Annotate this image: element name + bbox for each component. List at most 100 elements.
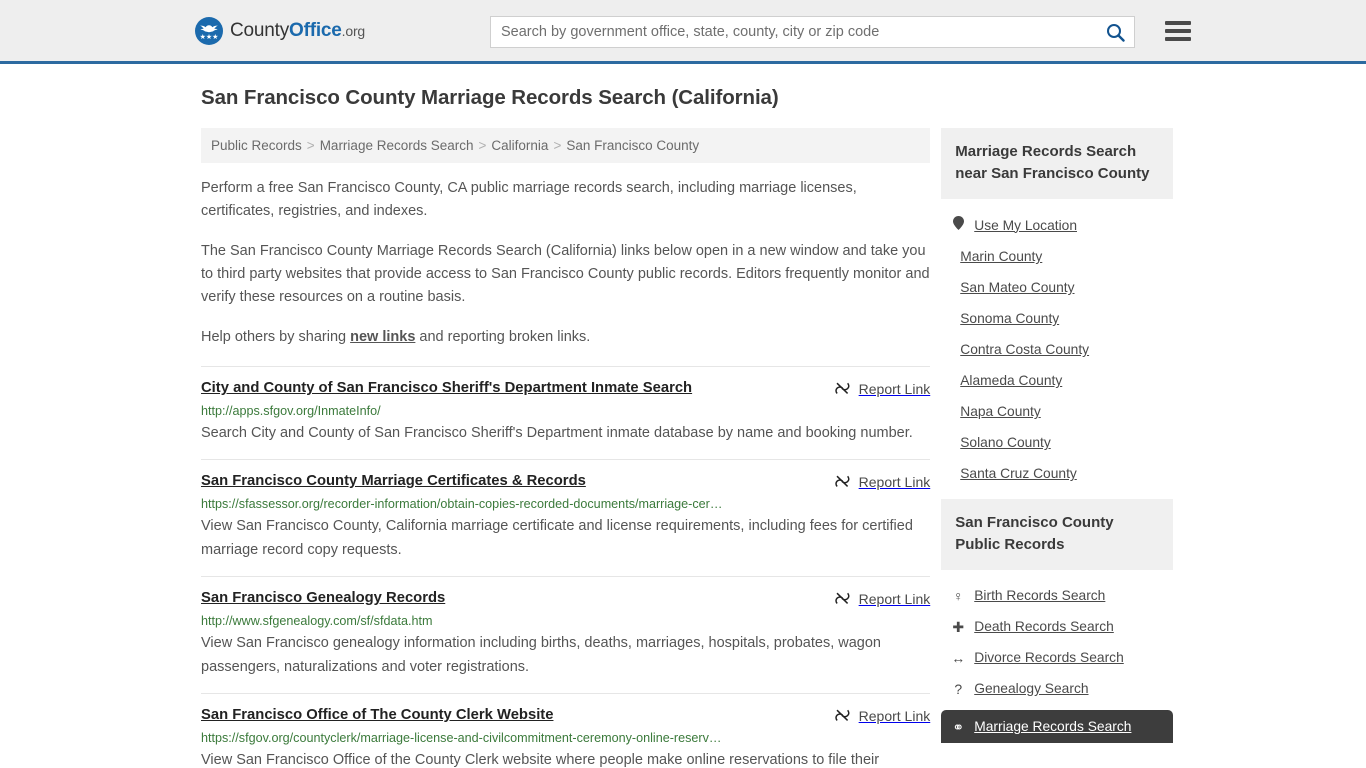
sidebar-public-records-box: San Francisco County Public Records ♀ Bir… [941,499,1173,743]
breadcrumb-item-1[interactable]: Public Records [211,138,302,153]
page-title: San Francisco County Marriage Records Se… [201,86,779,109]
report-link-button[interactable]: Report Link [834,380,930,397]
sidebar-nearby-item[interactable]: San Mateo County [941,272,1173,303]
result-item: City and County of San Francisco Sheriff… [201,366,931,459]
result-item: San Francisco County Marriage Certificat… [201,459,931,576]
site-logo[interactable]: ★★★ CountyOffice.org [195,16,365,45]
intro-paragraph-3: Help others by sharing new links and rep… [201,326,930,349]
cross-icon: ✚ [952,618,965,635]
sidebar-nearby-item[interactable]: Contra Costa County [941,334,1173,365]
result-url[interactable]: https://sfgov.org/countyclerk/marriage-l… [201,730,801,746]
search-icon [1106,23,1125,42]
sidebar-record-link[interactable]: Marriage Records Search [974,719,1131,734]
sidebar-nearby-box: Marriage Records Search near San Francis… [941,128,1173,489]
sidebar-nearby-link[interactable]: Solano County [960,435,1051,450]
intro-paragraph-2: The San Francisco County Marriage Record… [201,243,930,305]
map-pin-icon [951,216,965,232]
sidebar-record-item[interactable]: ✚ Death Records Search [941,611,1173,642]
brand-part2: Office [289,19,342,41]
search-bar[interactable] [490,16,1135,48]
result-url[interactable]: https://sfassessor.org/recorder-informat… [201,496,801,512]
sidebar-record-link[interactable]: Death Records Search [974,619,1114,634]
sidebar-record-item-active[interactable]: ⚭ Marriage Records Search [941,710,1173,743]
sidebar-record-link[interactable]: Divorce Records Search [974,650,1124,665]
menu-bar-1 [1165,21,1191,25]
intro-paragraph-1: Perform a free San Francisco County, CA … [201,180,857,219]
result-description: View San Francisco genealogy information… [201,635,881,675]
sidebar-nearby-heading: Marriage Records Search near San Francis… [941,128,1173,199]
hamburger-menu-button[interactable] [1165,18,1191,44]
result-description: View San Francisco Office of the County … [201,752,880,768]
content-columns: Public Records > Marriage Records Search > C… [193,128,1173,768]
broken-link-icon [834,592,850,604]
breadcrumb-separator: > [553,138,562,153]
page-container: San Francisco County Marriage Records Se… [193,64,1173,768]
sidebar-nearby-item[interactable]: Sonoma County [941,303,1173,334]
result-title-link[interactable]: City and County of San Francisco Sheriff… [201,379,692,398]
broken-link-icon [834,382,850,394]
question-mark-icon: ? [954,680,963,697]
sidebar-record-link[interactable]: Birth Records Search [974,588,1105,603]
sidebar-nearby-link[interactable]: Napa County [960,404,1041,419]
breadcrumb: Public Records > Marriage Records Search > C… [201,128,931,163]
intro-p3-after: and reporting broken links. [415,329,591,345]
sidebar-nearby-item[interactable]: Solano County [941,427,1173,458]
search-input[interactable] [491,17,1096,47]
broken-link-icon [834,709,850,721]
main-column: Public Records > Marriage Records Search > C… [201,128,931,768]
sidebar-nearby-link[interactable]: Alameda County [960,373,1062,388]
broken-link-icon [834,475,850,487]
report-link-button[interactable]: Report Link [834,590,930,607]
breadcrumb-separator: > [478,138,487,153]
result-header: San Francisco County Marriage Certificat… [201,472,930,491]
sidebar-public-records-heading: San Francisco County Public Records [941,499,1173,570]
brand-text: CountyOffice.org [230,20,365,42]
sidebar-nearby-link[interactable]: Contra Costa County [960,342,1089,357]
sidebar-record-link[interactable]: Genealogy Search [974,681,1088,696]
sidebar-nearby-item[interactable]: Marin County [941,241,1173,272]
report-link-label: Report Link [858,707,931,724]
result-url[interactable]: http://apps.sfgov.org/InmateInfo/ [201,403,801,419]
sidebar-nearby-link[interactable]: San Mateo County [960,280,1074,295]
eagle-icon [200,24,218,32]
result-description: Search City and County of San Francisco … [201,425,913,441]
brand-tld: .org [341,22,366,39]
sidebar-nearby-list: Use My Location Marin County San Mateo Cou… [941,199,1173,489]
sidebar-nearby-item[interactable]: Use My Location [941,209,1173,241]
sidebar-nearby-link[interactable]: Sonoma County [960,311,1059,326]
result-header: San Francisco Office of The County Clerk… [201,706,930,725]
result-title-link[interactable]: San Francisco Genealogy Records [201,589,445,608]
report-link-button[interactable]: Report Link [834,707,931,724]
brand-part1: County [230,19,290,41]
sidebar-nearby-link[interactable]: Use My Location [974,218,1077,233]
search-button[interactable] [1096,17,1134,47]
results-list: City and County of San Francisco Sheriff… [201,366,931,768]
result-description: View San Francisco County, California ma… [201,518,913,558]
menu-bar-3 [1165,37,1191,41]
sidebar-nearby-item[interactable]: Santa Cruz County [941,458,1173,489]
sidebar-record-item[interactable]: ♀ Birth Records Search [941,580,1173,611]
breadcrumb-item-3[interactable]: California [491,138,548,153]
sidebar-nearby-link[interactable]: Marin County [960,249,1042,264]
sidebar-nearby-item[interactable]: Alameda County [941,365,1173,396]
new-links-link[interactable]: new links [350,329,415,345]
countyoffice-eagle-logo-icon: ★★★ [195,16,223,45]
sidebar-nearby-item[interactable]: Napa County [941,396,1173,427]
map-pin-icon [952,216,964,230]
result-url[interactable]: http://www.sfgenealogy.com/sf/sfdata.htm [201,613,801,629]
report-link-label: Report Link [858,473,931,490]
report-link-button[interactable]: Report Link [834,473,931,490]
result-title-link[interactable]: San Francisco County Marriage Certificat… [201,472,586,491]
sidebar-record-item[interactable]: ↔ Divorce Records Search [941,642,1173,673]
result-title-link[interactable]: San Francisco Office of The County Clerk… [201,706,553,725]
result-item: San Francisco Genealogy Records Report Li… [201,576,931,693]
breadcrumb-separator: > [306,138,315,153]
result-header: City and County of San Francisco Sheriff… [201,379,930,398]
breadcrumb-item-4[interactable]: San Francisco County [566,138,699,153]
breadcrumb-item-2[interactable]: Marriage Records Search [320,138,474,153]
sidebar-nearby-link[interactable]: Santa Cruz County [960,466,1077,481]
result-header: San Francisco Genealogy Records Report Li… [201,589,930,608]
interlocked-rings-icon: ⚭ [952,718,965,735]
left-right-arrow-icon: ↔ [951,649,966,666]
sidebar-record-item[interactable]: ? Genealogy Search [941,673,1173,704]
